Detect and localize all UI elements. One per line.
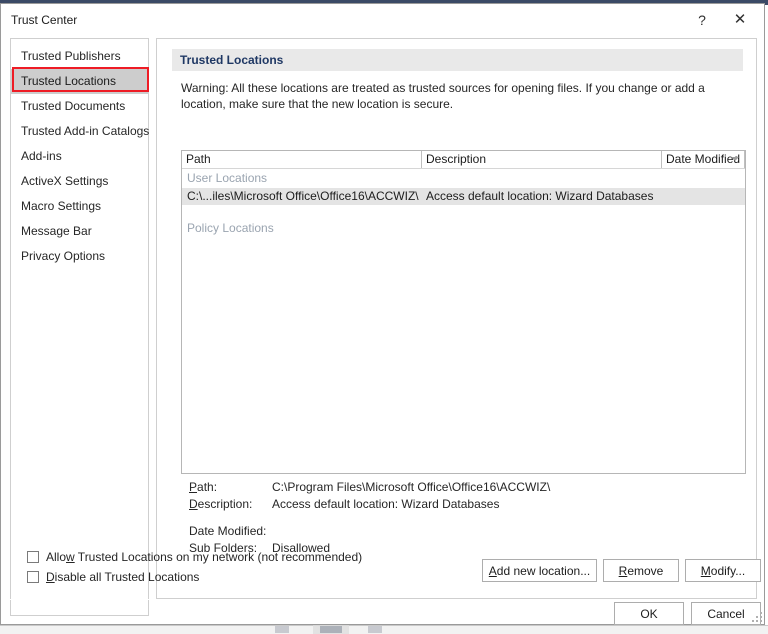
help-button[interactable]: ? (684, 4, 720, 35)
column-header-date-modified[interactable]: Date Modified (662, 151, 745, 168)
disable-all-trusted-locations-checkbox[interactable] (27, 571, 39, 583)
question-mark-icon: ? (698, 11, 706, 28)
category-sidebar: Trusted Publishers Trusted Locations Tru… (10, 38, 149, 616)
background-app-statusbar (0, 625, 768, 634)
resize-grip-icon[interactable] (752, 612, 762, 622)
trusted-locations-list[interactable]: Path Description Date Modified User Loca… (181, 150, 746, 474)
sidebar-item-privacy-options[interactable]: Privacy Options (11, 244, 148, 269)
table-row[interactable]: C:\...iles\Microsoft Office\Office16\ACC… (182, 188, 745, 205)
remove-button[interactable]: Remove (603, 559, 679, 582)
trust-center-dialog: Trust Center ? ✕ Trusted Publishers Trus… (0, 3, 765, 625)
column-header-description[interactable]: Description (422, 151, 662, 168)
sidebar-item-message-bar[interactable]: Message Bar (11, 219, 148, 244)
sidebar-item-add-ins[interactable]: Add-ins (11, 144, 148, 169)
footer-divider (1, 599, 764, 600)
trusted-locations-panel: Trusted Locations Warning: All these loc… (156, 38, 761, 599)
list-group-user-locations: User Locations (187, 171, 268, 185)
list-header-row: Path Description Date Modified (182, 151, 745, 169)
detail-path-value: C:\Program Files\Microsoft Office\Office… (272, 480, 551, 494)
background-view-button-datasheet-icon[interactable] (320, 626, 342, 633)
ok-button[interactable]: OK (614, 602, 684, 625)
row-path: C:\...iles\Microsoft Office\Office16\ACC… (187, 189, 419, 203)
column-header-path[interactable]: Path (182, 151, 422, 168)
sidebar-item-trusted-documents[interactable]: Trusted Documents (11, 94, 148, 119)
detail-description-value: Access default location: Wizard Database… (272, 497, 500, 511)
close-button[interactable]: ✕ (722, 4, 758, 35)
chevron-down-icon (731, 157, 739, 161)
list-group-policy-locations: Policy Locations (187, 221, 274, 235)
list-body: User Locations C:\...iles\Microsoft Offi… (182, 169, 745, 474)
sidebar-item-macro-settings[interactable]: Macro Settings (11, 194, 148, 219)
cancel-button[interactable]: Cancel (691, 602, 761, 625)
modify-button[interactable]: Modify... (685, 559, 761, 582)
panel-title: Trusted Locations (172, 49, 743, 71)
dialog-title: Trust Center (11, 13, 78, 27)
allow-network-locations-checkbox[interactable] (27, 551, 39, 563)
detail-date-modified-label: Date Modified: (189, 524, 267, 538)
sidebar-item-activex-settings[interactable]: ActiveX Settings (11, 169, 148, 194)
detail-path-label: Path: (189, 480, 218, 494)
row-description: Access default location: Wizard Database… (426, 189, 654, 203)
sidebar-item-trusted-locations[interactable]: Trusted Locations (11, 69, 148, 94)
allow-network-locations-checkbox-row[interactable]: Allow Trusted Locations on my network (n… (27, 550, 362, 564)
sidebar-item-trusted-add-in-catalogs[interactable]: Trusted Add-in Catalogs (11, 119, 149, 144)
close-icon: ✕ (733, 11, 747, 28)
warning-text: Warning: All these locations are treated… (181, 81, 705, 111)
dialog-titlebar[interactable]: Trust Center ? ✕ (1, 4, 764, 37)
background-view-button-form-icon[interactable] (275, 626, 289, 633)
allow-network-locations-label: Allow Trusted Locations on my network (n… (46, 550, 363, 564)
disable-all-trusted-locations-checkbox-row[interactable]: Disable all Trusted Locations (27, 570, 199, 584)
column-header-date-modified-label: Date Modified (666, 152, 741, 166)
detail-description-label: Description: (189, 497, 253, 511)
screen: Trust Center ? ✕ Trusted Publishers Trus… (0, 0, 768, 634)
background-view-button-design-icon[interactable] (368, 626, 382, 633)
sidebar-item-trusted-publishers[interactable]: Trusted Publishers (11, 44, 148, 69)
disable-all-trusted-locations-label: Disable all Trusted Locations (46, 570, 200, 584)
add-new-location-button[interactable]: Add new location... (482, 559, 597, 582)
